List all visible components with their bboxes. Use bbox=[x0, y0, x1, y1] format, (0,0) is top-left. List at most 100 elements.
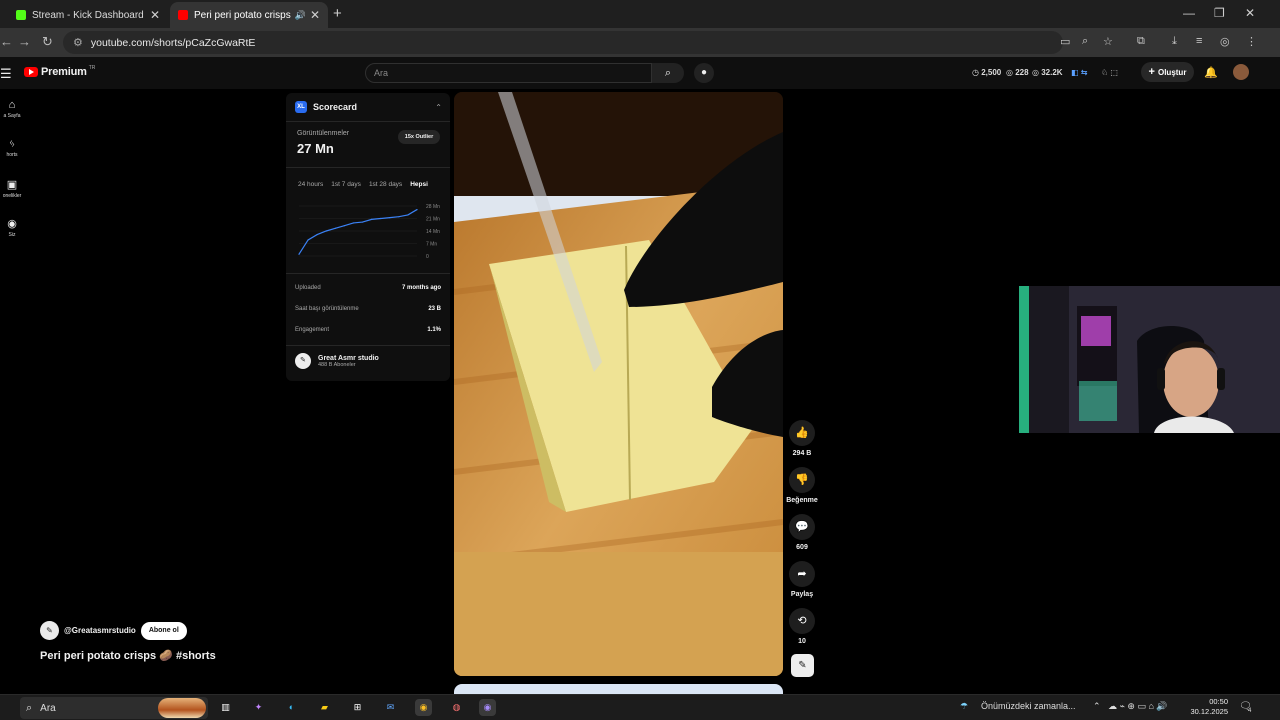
weather-text[interactable]: Önümüzdeki zamanla... bbox=[981, 701, 1076, 711]
y-tick-label: 28 Mn bbox=[426, 204, 440, 210]
create-button[interactable]: + Oluştur bbox=[1141, 62, 1194, 82]
sidebar-item-you[interactable]: ◉ Siz bbox=[0, 217, 24, 238]
tab-kick-dashboard[interactable]: Stream - Kick Dashboard ✕ bbox=[8, 2, 168, 28]
tray-icons[interactable]: ☁ ⌁ ⊕ ▭ ⌂ 🔊 bbox=[1108, 701, 1168, 712]
video-channel-row: ✎ @Greatasmrstudio Abone ol bbox=[40, 621, 187, 640]
search-button[interactable]: ⌕ bbox=[652, 63, 684, 83]
tab-1st-7-days[interactable]: 1st 7 days bbox=[331, 181, 361, 188]
store-icon[interactable]: ⊞ bbox=[349, 699, 366, 716]
plus-icon: + bbox=[1148, 66, 1155, 78]
notification-count: 4 bbox=[1248, 708, 1252, 714]
like-button[interactable]: 👍 294 B bbox=[789, 420, 815, 457]
tab-all[interactable]: Hepsi bbox=[410, 181, 428, 188]
task-view-icon[interactable]: ▥ bbox=[217, 699, 234, 716]
search-icon: ⌕ bbox=[664, 67, 672, 79]
forward-icon[interactable]: → bbox=[18, 34, 31, 49]
profile-icon[interactable]: ◎ bbox=[1220, 35, 1230, 48]
cast-icon[interactable]: ▭ bbox=[1060, 35, 1070, 48]
tab-1st-28-days[interactable]: 1st 28 days bbox=[369, 181, 402, 188]
metric-label: Engagement bbox=[295, 327, 330, 333]
comments-button[interactable]: 💬 609 bbox=[789, 514, 815, 551]
remix-count: 10 bbox=[798, 638, 806, 645]
speaker-icon[interactable]: 🔊 bbox=[295, 10, 306, 21]
youtube-logo[interactable]: Premium TR bbox=[24, 65, 95, 78]
copilot-icon[interactable]: ✦ bbox=[250, 699, 267, 716]
tab-youtube-short[interactable]: Peri peri potato crisps 🥔 # 🔊 ✕ bbox=[170, 2, 328, 28]
channel-handle[interactable]: @Greatasmrstudio bbox=[64, 626, 136, 635]
extension-icon[interactable]: ◧ ⇆ bbox=[1071, 68, 1087, 77]
windows-taskbar: ⌕ Ara ▥ ✦ ◐ ▰ ⊞ ✉ ◉ ◍ ◉ ☂ Önümüzdeki zam… bbox=[0, 694, 1280, 720]
window-close-icon[interactable]: ✕ bbox=[1245, 6, 1255, 20]
voice-search-button[interactable]: ● bbox=[694, 63, 714, 83]
sound-avatar[interactable]: ✎ bbox=[791, 654, 814, 677]
edge-icon[interactable]: ◐ bbox=[283, 699, 300, 716]
sidebar-item-home[interactable]: ⌂ a Sayfa bbox=[0, 99, 24, 119]
minimize-icon[interactable]: — bbox=[1183, 6, 1195, 20]
chrome-icon[interactable]: ◉ bbox=[415, 699, 432, 716]
reload-icon[interactable]: ↻ bbox=[42, 34, 53, 50]
subscriptions-icon: ▣ bbox=[6, 179, 18, 191]
tab-24-hours[interactable]: 24 hours bbox=[298, 181, 323, 188]
browser-menu-icon[interactable]: ⋮ bbox=[1246, 35, 1257, 48]
weather-icon[interactable]: ☂ bbox=[960, 701, 968, 712]
subscribe-button[interactable]: Abone ol bbox=[140, 621, 187, 640]
youtube-play-icon bbox=[24, 67, 38, 77]
dislike-label: Beğenme bbox=[786, 497, 818, 504]
site-info-icon[interactable]: ⚙ bbox=[73, 36, 83, 49]
close-icon[interactable]: ✕ bbox=[150, 8, 160, 22]
channel-avatar: ✎ bbox=[295, 353, 311, 369]
bookmark-star-icon[interactable]: ☆ bbox=[1103, 35, 1113, 48]
download-icon[interactable]: ⤓ bbox=[1172, 35, 1177, 48]
tab-title: Stream - Kick Dashboard bbox=[32, 9, 144, 21]
remix-button[interactable]: ⟲ 10 bbox=[789, 608, 815, 645]
restore-icon[interactable]: ❐ bbox=[1214, 6, 1225, 20]
user-icon: ◉ bbox=[7, 218, 17, 230]
scorecard-channel[interactable]: ✎ Great Asmr studio 488 B Aboneler bbox=[295, 353, 379, 369]
media-controls-icon[interactable]: ≡ bbox=[1196, 35, 1202, 47]
extension-icon[interactable]: ♘ ⬚ bbox=[1101, 68, 1118, 77]
new-tab-plus-icon[interactable]: + bbox=[333, 5, 342, 22]
scorecard-header[interactable]: XL Scorecard bbox=[295, 101, 357, 113]
divider bbox=[286, 121, 450, 122]
thumbs-down-icon: 👎 bbox=[789, 467, 815, 493]
outlier-badge: 15x Outlier bbox=[398, 130, 440, 144]
mail-icon[interactable]: ✉ bbox=[382, 699, 399, 716]
sidebar-item-subscriptions[interactable]: ▣ onelikler bbox=[0, 178, 24, 199]
app-icon[interactable]: ◍ bbox=[448, 699, 465, 716]
ext-stat-2: ◎ 228 bbox=[1006, 68, 1029, 77]
share-button[interactable]: ➦ Paylaş bbox=[789, 561, 815, 598]
ext-stat-3: ◎ 32.2K bbox=[1032, 68, 1063, 77]
zoom-icon[interactable]: ⌕ bbox=[1082, 35, 1088, 48]
tray-chevron-icon[interactable]: ⌃ bbox=[1093, 701, 1101, 712]
data-point bbox=[343, 225, 345, 227]
channel-subscribers: 488 B Aboneler bbox=[318, 361, 356, 368]
system-clock[interactable]: 00:50 30.12.2025 bbox=[1188, 697, 1228, 717]
divider bbox=[286, 167, 450, 168]
notifications-bell-icon[interactable]: 🔔 bbox=[1204, 66, 1218, 79]
clock-date: 30.12.2025 bbox=[1190, 707, 1228, 716]
close-icon[interactable]: ✕ bbox=[310, 8, 320, 22]
sidebar-item-shorts[interactable]: ᛃ horts bbox=[0, 138, 24, 158]
video-title[interactable]: Peri peri potato crisps 🥔 #shorts bbox=[40, 649, 216, 662]
avatar[interactable] bbox=[1233, 64, 1249, 80]
ext-stat-1: ◷ 2,500 bbox=[972, 68, 1002, 77]
dislike-button[interactable]: 👎 Beğenme bbox=[786, 467, 818, 504]
app-icon[interactable]: ◉ bbox=[479, 699, 496, 716]
extensions-icon[interactable]: ⧉ bbox=[1137, 35, 1145, 48]
short-video-player[interactable] bbox=[454, 92, 783, 676]
scorecard-panel: XL Scorecard ⌃ Görüntülenmeler 27 Mn 15x… bbox=[286, 93, 450, 381]
taskbar-search[interactable]: ⌕ Ara bbox=[20, 697, 208, 719]
address-bar[interactable]: ⚙ youtube.com/shorts/pCaZcGwaRtE bbox=[63, 31, 1063, 54]
taskbar-search-placeholder: Ara bbox=[40, 702, 56, 714]
collapse-chevron-icon[interactable]: ⌃ bbox=[435, 103, 442, 112]
share-label: Paylaş bbox=[790, 591, 814, 598]
like-count: 294 B bbox=[792, 450, 812, 457]
back-icon[interactable]: ← bbox=[0, 34, 13, 49]
search-input[interactable]: Ara bbox=[365, 63, 652, 83]
sidebar-item-label: horts bbox=[6, 152, 18, 158]
file-explorer-icon[interactable]: ▰ bbox=[316, 699, 333, 716]
menu-icon[interactable]: ☰ bbox=[0, 66, 12, 82]
data-point bbox=[389, 217, 391, 219]
channel-avatar[interactable]: ✎ bbox=[40, 621, 59, 640]
comment-count: 609 bbox=[796, 544, 808, 551]
